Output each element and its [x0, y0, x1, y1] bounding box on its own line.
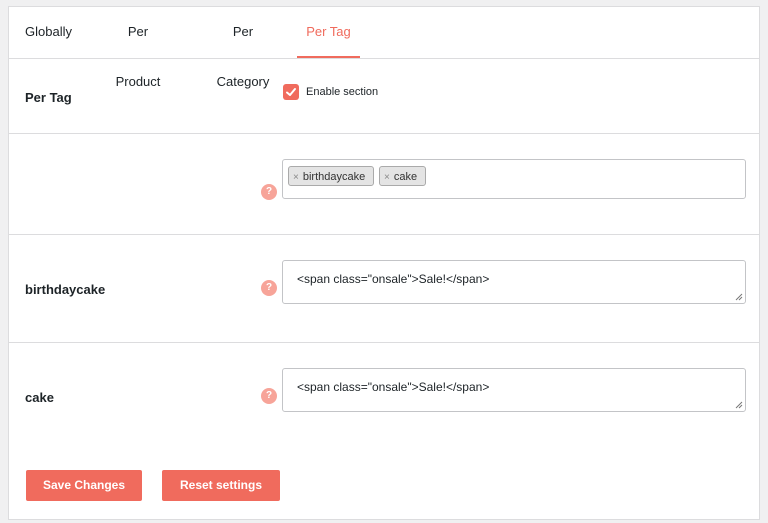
tag-chip-cake: × cake [379, 166, 426, 186]
badge-html-textarea[interactable]: <span class="onsale">Sale!</span> [282, 260, 746, 304]
textarea-value: <span class="onsale">Sale!</span> [297, 272, 490, 286]
tag-chip-birthdaycake: × birthdaycake [288, 166, 374, 186]
tab-per-category[interactable]: Per Category [205, 7, 281, 89]
tab-per-product[interactable]: Per Product [104, 7, 172, 89]
enable-section-label: Enable section [306, 86, 379, 98]
field-row-cake: cake ? <span class="onsale">Sale!</span> [9, 343, 759, 448]
tab-per-tag[interactable]: Per Tag [297, 7, 360, 58]
help-icon[interactable]: ? [261, 388, 277, 404]
reset-settings-button[interactable]: Reset settings [162, 470, 280, 501]
tag-chip-label: birthdaycake [302, 171, 366, 183]
field-row-birthdaycake: birthdaycake ? <span class="onsale">Sale… [9, 235, 759, 343]
help-icon[interactable]: ? [261, 280, 277, 296]
save-changes-button[interactable]: Save Changes [26, 470, 142, 501]
settings-panel: Globally Per Product Per Category Per Ta… [8, 6, 760, 520]
checkmark-icon [286, 88, 296, 96]
enable-section-row: Per Tag Enable section [9, 58, 759, 134]
tab-globally[interactable]: Globally [25, 7, 72, 57]
remove-tag-icon[interactable]: × [293, 172, 299, 183]
badge-html-textarea[interactable]: <span class="onsale">Sale!</span> [282, 368, 746, 412]
resize-grip-icon[interactable] [735, 401, 743, 409]
field-label: cake [25, 390, 54, 405]
tags-select[interactable]: × birthdaycake × cake [282, 159, 746, 199]
field-label: birthdaycake [25, 282, 106, 297]
enable-section-checkbox[interactable] [283, 84, 299, 100]
help-icon[interactable]: ? [261, 184, 277, 200]
resize-grip-icon[interactable] [735, 293, 743, 301]
tab-bar: Globally Per Product Per Category Per Ta… [9, 7, 759, 89]
per-tag-label: Per Tag [25, 90, 72, 105]
tag-chip-label: cake [393, 171, 418, 183]
tags-row: ? × birthdaycake × cake [9, 134, 759, 235]
textarea-value: <span class="onsale">Sale!</span> [297, 380, 490, 394]
remove-tag-icon[interactable]: × [384, 172, 390, 183]
